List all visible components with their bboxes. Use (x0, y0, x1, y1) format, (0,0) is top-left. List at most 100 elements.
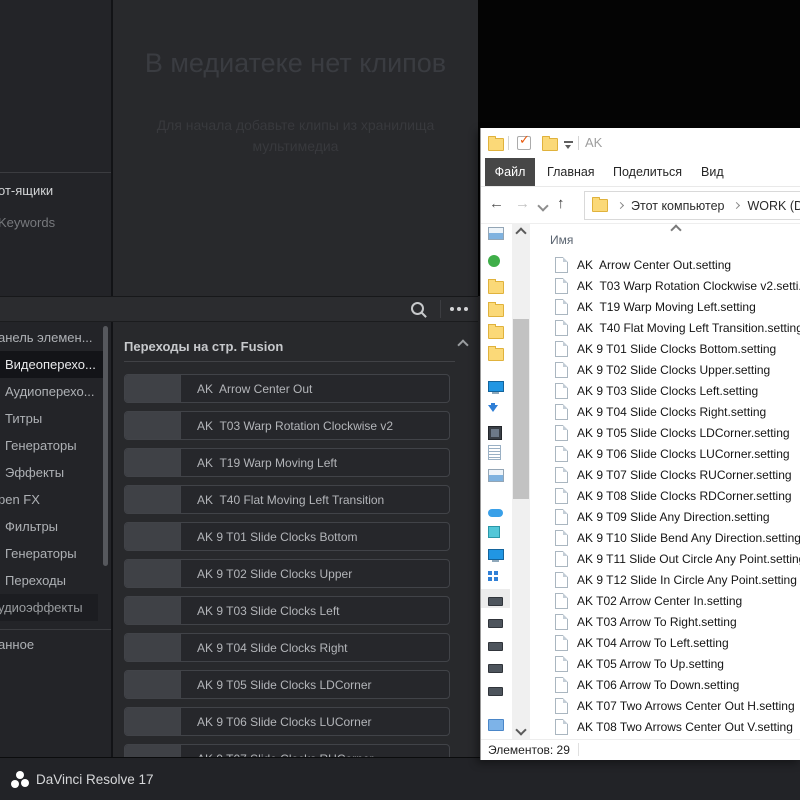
customize-toolbar-icon[interactable] (564, 141, 573, 143)
effects-nav-item[interactable]: Переходы (0, 567, 111, 594)
quick-access-checkbox-icon[interactable] (517, 136, 531, 150)
transition-card[interactable]: AK 9 T06 Slide Clocks LUCorner (124, 707, 450, 736)
breadcrumb-item[interactable]: Этот компьютер (608, 199, 724, 213)
effects-nav-item[interactable]: анель элемен... (0, 324, 111, 351)
transition-card[interactable]: AK Arrow Center Out (124, 374, 450, 403)
file-row[interactable]: AK T06 Arrow To Down.setting (530, 674, 800, 695)
this-pc-icon[interactable] (488, 381, 504, 392)
pictures-icon[interactable] (488, 469, 504, 482)
tab-home[interactable]: Главная (547, 165, 595, 179)
back-button[interactable]: ← (489, 195, 504, 213)
breadcrumb-item[interactable]: WORK (D:) (724, 199, 800, 213)
quick-access-folder-icon[interactable] (542, 138, 558, 151)
more-options-icon[interactable] (446, 297, 472, 321)
column-header-name[interactable]: Имя (550, 233, 573, 247)
desktop-icon[interactable] (488, 549, 504, 560)
scrollbar-thumb[interactable] (513, 319, 529, 499)
up-button[interactable]: ↑ (557, 195, 565, 213)
file-row[interactable]: AK T08 Two Arrows Center Out V.setting (530, 716, 800, 737)
file-row[interactable]: AK 9 T10 Slide Bend Any Direction.settin… (530, 527, 800, 548)
file-row[interactable]: AK T07 Two Arrows Center Out H.setting (530, 695, 800, 716)
tab-file[interactable]: Файл (485, 158, 535, 186)
drive-icon[interactable] (488, 597, 503, 606)
tab-share[interactable]: Поделиться (613, 165, 682, 179)
green-drive-icon[interactable] (488, 255, 500, 267)
file-icon (555, 446, 568, 462)
file-row[interactable]: AK 9 T04 Slide Clocks Right.setting (530, 401, 800, 422)
effects-nav-item[interactable]: pen FX (0, 486, 111, 513)
scroll-down-icon[interactable] (515, 724, 526, 735)
effects-nav-item[interactable]: Эффекты (0, 459, 111, 486)
collapse-chevron-icon[interactable] (457, 339, 468, 350)
recent-locations-dropdown-icon[interactable] (537, 200, 548, 211)
file-row[interactable]: AK T02 Arrow Center In.setting (530, 590, 800, 611)
file-row[interactable]: AK 9 T08 Slide Clocks RDCorner.setting (530, 485, 800, 506)
picture-icon[interactable] (488, 227, 504, 240)
drive-icon[interactable] (488, 619, 503, 628)
folder-icon[interactable] (488, 348, 504, 361)
drive-icon[interactable] (488, 664, 503, 673)
folder-icon[interactable] (488, 326, 504, 339)
transition-card[interactable]: AK 9 T03 Slide Clocks Left (124, 596, 450, 625)
transition-card[interactable]: AK 9 T01 Slide Clocks Bottom (124, 522, 450, 551)
transition-thumbnail (125, 708, 181, 735)
effects-nav-item[interactable]: Видеоперехо... (0, 351, 108, 378)
transitions-list: AK Arrow Center Out AK T03 Warp Rotation… (113, 362, 478, 757)
file-row[interactable]: AK 9 T07 Slide Clocks RUCorner.setting (530, 464, 800, 485)
file-row[interactable]: AK 9 T06 Slide Clocks LUCorner.setting (530, 443, 800, 464)
local-disk-icon[interactable] (488, 571, 492, 575)
downloads-icon[interactable] (488, 405, 498, 412)
folder-icon[interactable] (488, 281, 504, 294)
network-folder-icon[interactable] (488, 719, 504, 731)
transitions-panel-header: Переходы на стр. Fusion (124, 322, 455, 362)
transition-card[interactable]: AK T40 Flat Moving Left Transition (124, 485, 450, 514)
transition-card[interactable]: AK 9 T07 Slide Clocks RUCorner (124, 744, 450, 757)
effects-nav-item[interactable]: Генераторы (0, 540, 111, 567)
documents-icon[interactable] (488, 445, 501, 460)
transition-card[interactable]: AK 9 T04 Slide Clocks Right (124, 633, 450, 662)
file-row[interactable]: AK 9 T05 Slide Clocks LDCorner.setting (530, 422, 800, 443)
sidebar-item-keywords[interactable]: Keywords (0, 215, 55, 230)
transition-card[interactable]: AK T03 Warp Rotation Clockwise v2 (124, 411, 450, 440)
nav-scrollbar[interactable] (512, 223, 530, 740)
transition-card[interactable]: AK 9 T05 Slide Clocks LDCorner (124, 670, 450, 699)
effects-nav-item[interactable]: Генераторы (0, 432, 111, 459)
file-row[interactable]: AK T03 Warp Rotation Clockwise v2.setti.… (530, 275, 800, 296)
effects-nav-item[interactable]: Фильтры (0, 513, 111, 540)
scroll-up-icon[interactable] (515, 227, 526, 238)
file-row[interactable]: AK T40 Flat Moving Left Transition.setti… (530, 317, 800, 338)
file-row[interactable]: AK 9 T12 Slide In Circle Any Point.setti… (530, 569, 800, 590)
file-row[interactable]: AK 9 T11 Slide Out Circle Any Point.sett… (530, 548, 800, 569)
forward-button[interactable]: → (515, 195, 530, 213)
file-row[interactable]: AK 9 T02 Slide Clocks Upper.setting (530, 359, 800, 380)
3d-objects-icon[interactable] (488, 526, 500, 538)
transition-card[interactable]: AK T19 Warp Moving Left (124, 448, 450, 477)
file-icon (555, 404, 568, 420)
search-icon[interactable] (411, 302, 424, 315)
file-row[interactable]: AK T19 Warp Moving Left.setting (530, 296, 800, 317)
file-row[interactable]: AK Arrow Center Out.setting (530, 254, 800, 275)
sidebar-item-smart-bins[interactable]: от-ящики (0, 183, 53, 198)
drive-icon[interactable] (488, 687, 503, 696)
file-row[interactable]: AK 9 T09 Slide Any Direction.setting (530, 506, 800, 527)
file-row[interactable]: AK T05 Arrow To Up.setting (530, 653, 800, 674)
videos-icon[interactable] (488, 426, 502, 440)
transition-card[interactable]: AK 9 T02 Slide Clocks Upper (124, 559, 450, 588)
file-row[interactable]: AK 9 T03 Slide Clocks Left.setting (530, 380, 800, 401)
file-icon (555, 383, 568, 399)
file-row[interactable]: AK T04 Arrow To Left.setting (530, 632, 800, 653)
effects-nav-scrollbar[interactable] (103, 326, 108, 566)
folder-icon[interactable] (488, 304, 504, 317)
address-box[interactable]: Этот компьютер WORK (D:) (584, 191, 800, 220)
tab-view[interactable]: Вид (701, 165, 724, 179)
explorer-ribbon-tabs: Файл Главная Поделиться Вид (481, 158, 800, 187)
drive-icon[interactable] (488, 642, 503, 651)
effects-nav-item[interactable]: Титры (0, 405, 111, 432)
onedrive-icon[interactable] (488, 509, 503, 517)
file-row[interactable]: AK T03 Arrow To Right.setting (530, 611, 800, 632)
effects-nav-item[interactable]: удиоэффекты (0, 594, 98, 621)
file-row[interactable]: AK 9 T01 Slide Clocks Bottom.setting (530, 338, 800, 359)
effects-nav-item-favorites[interactable]: анное (0, 631, 111, 658)
file-icon (555, 719, 568, 735)
effects-nav-item[interactable]: Аудиоперехо... (0, 378, 111, 405)
